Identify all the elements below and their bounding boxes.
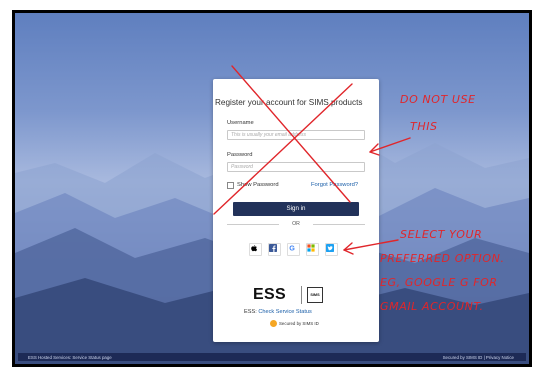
username-label: Username (227, 120, 254, 126)
login-card: Register your account for SIMS products … (213, 79, 379, 342)
sims-logo: SIMS (307, 287, 323, 303)
sims-id-icon (270, 320, 277, 327)
annotation-line-5: EG, GOOGLE G FOR (380, 276, 498, 289)
page-footer: ESS Hosted Services: Service Status page… (18, 353, 526, 361)
browser-screen: Register your account for SIMS products … (12, 10, 532, 367)
annotation-line-2: THIS (410, 120, 438, 133)
username-input[interactable]: This is usually your email address (227, 130, 365, 140)
apple-icon[interactable] (249, 243, 262, 256)
microsoft-icon[interactable] (306, 243, 319, 256)
facebook-icon[interactable] (268, 243, 281, 256)
service-status-line: ESS: Check Service Status (244, 309, 312, 315)
show-password-checkbox[interactable] (227, 182, 234, 189)
password-input[interactable]: Password (227, 162, 365, 172)
show-password-label: Show Password (237, 182, 279, 188)
annotation-line-4: PREFERRED OPTION. (380, 252, 505, 265)
annotation-line-3: SELECT YOUR (400, 228, 483, 241)
or-divider-right (313, 224, 365, 225)
ess-logo: ESS (253, 286, 286, 303)
footer-service-status-link[interactable]: ESS Hosted Services: Service Status page (28, 355, 112, 360)
annotation-line-1: DO NOT USE (400, 93, 476, 106)
login-title: Register your account for SIMS products (215, 98, 363, 107)
screenshot-frame: Register your account for SIMS products … (0, 0, 543, 378)
forgot-password-link[interactable]: Forgot Password? (311, 182, 358, 188)
logo-divider (301, 286, 302, 304)
check-service-status-link[interactable]: Check Service Status (258, 309, 311, 315)
sign-in-button[interactable]: Sign in (233, 202, 359, 216)
password-label: Password (227, 152, 253, 158)
twitter-icon[interactable] (325, 243, 338, 256)
google-icon[interactable]: G (287, 243, 300, 256)
svg-text:G: G (289, 244, 295, 252)
secured-badge: Secured by SIMS ID (270, 320, 319, 327)
annotation-line-6: GMAIL ACCOUNT. (380, 300, 484, 313)
service-status-prefix: ESS: (244, 309, 257, 315)
secured-text: Secured by SIMS ID (279, 321, 319, 326)
footer-privacy-links[interactable]: Secured by SIMS ID | Privacy Notice (443, 355, 514, 360)
